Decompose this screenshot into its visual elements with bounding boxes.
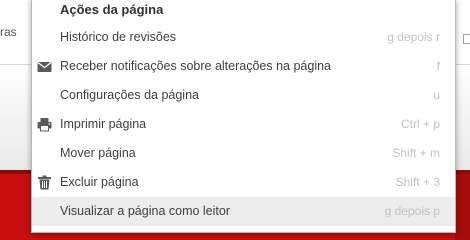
menu-title: Ações da página	[60, 2, 164, 17]
menu-item-label: Imprimir página	[60, 117, 147, 131]
menu-item-shortcut: u	[433, 88, 440, 102]
menu-item-notifications[interactable]: Receber notificações sobre alterações na…	[32, 52, 455, 81]
menu-item-label: Receber notificações sobre alterações na…	[60, 59, 332, 73]
printer-icon	[37, 117, 52, 132]
background-checkbox[interactable]	[463, 34, 470, 44]
menu-item-label: Histórico de revisões	[60, 30, 177, 44]
trash-icon	[37, 175, 52, 190]
menu-item-shortcut: g depois p	[384, 204, 440, 218]
menu-item-revision-history[interactable]: Histórico de revisões g depois r	[32, 23, 455, 52]
menu-item-shortcut: Shift + m	[392, 146, 440, 160]
menu-item-shortcut: Shift + 3	[395, 175, 440, 189]
page-actions-menu: Ações da página Histórico de revisões g …	[31, 0, 456, 233]
menu-item-page-settings[interactable]: Configurações da página u	[32, 81, 455, 110]
menu-item-label: Excluir página	[60, 175, 139, 189]
menu-item-print[interactable]: Imprimir página Ctrl + p	[32, 110, 455, 139]
menu-item-move-page[interactable]: Mover página Shift + m	[32, 139, 455, 168]
menu-item-view-as-reader[interactable]: Visualizar a página como leitor g depois…	[32, 197, 455, 226]
menu-item-label: Configurações da página	[60, 88, 199, 102]
banner-right-edge	[455, 174, 470, 240]
menu-item-label: Mover página	[60, 146, 136, 160]
envelope-icon	[37, 59, 52, 74]
menu-item-shortcut: f	[436, 59, 440, 73]
menu-item-shortcut: g depois r	[387, 30, 440, 44]
background-nav-text: ras	[0, 25, 17, 39]
menu-item-label: Visualizar a página como leitor	[60, 204, 231, 218]
menu-item-shortcut: Ctrl + p	[400, 117, 440, 131]
menu-item-delete-page[interactable]: Excluir página Shift + 3	[32, 168, 455, 197]
